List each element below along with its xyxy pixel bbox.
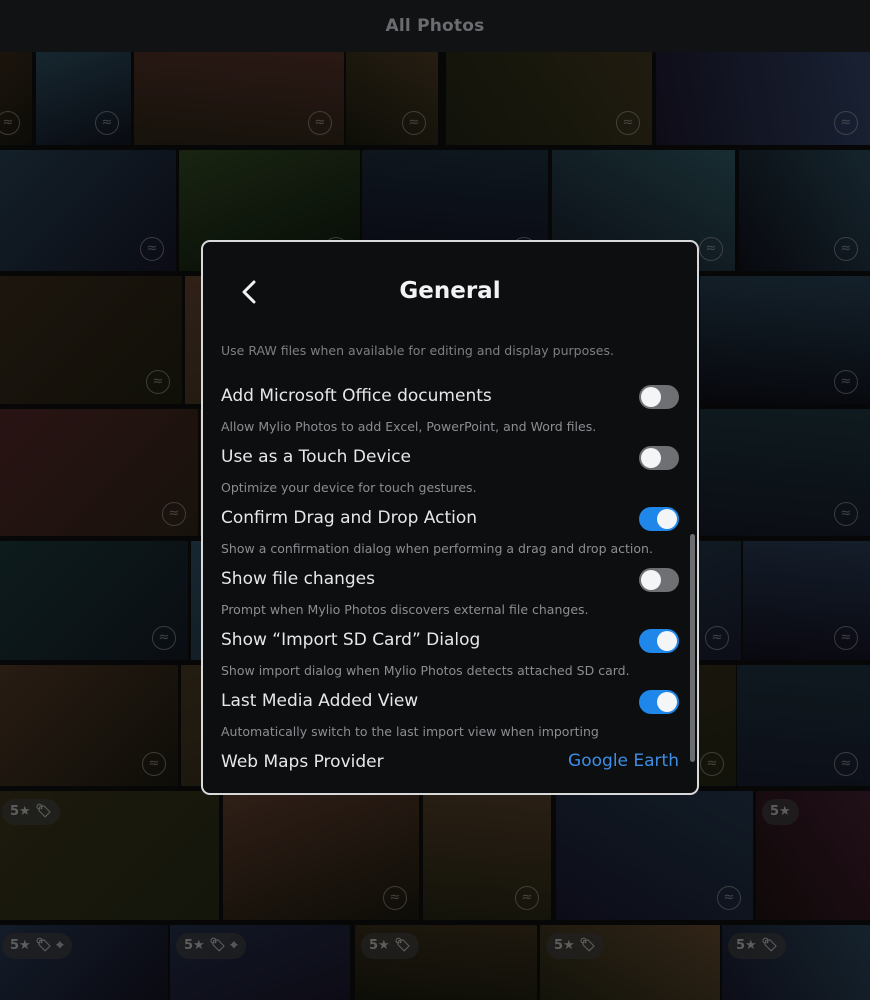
toggle-knob	[657, 509, 677, 529]
file-changes-toggle[interactable]	[639, 568, 679, 592]
import-sd-card-toggle[interactable]	[639, 629, 679, 653]
setting-office-documents: Add Microsoft Office documents Allow Myl…	[203, 358, 697, 434]
maps-provider-value[interactable]: Google Earth	[568, 751, 679, 771]
setting-label: Confirm Drag and Drop Action	[221, 508, 478, 528]
dialog-scrollbar[interactable]	[690, 534, 695, 762]
setting-label: Show “Import SD Card” Dialog	[221, 630, 481, 650]
settings-list[interactable]: Use RAW files when available for editing…	[203, 342, 697, 793]
setting-label: Web Maps Provider	[221, 752, 384, 772]
setting-web-maps-provider[interactable]: Web Maps Provider Google Earth	[203, 724, 697, 785]
toggle-knob	[641, 570, 661, 590]
toggle-knob	[641, 387, 661, 407]
setting-import-sd-card: Show “Import SD Card” Dialog Show import…	[203, 602, 697, 678]
dialog-title: General	[399, 278, 501, 304]
app-window: All Photos ≈≈≈≈≈≈≈≈≈≈≈≈≈≈≈≈≈≈≈≈≈≈≈5★ 🏷≈≈…	[0, 0, 870, 1000]
confirm-drag-drop-toggle[interactable]	[639, 507, 679, 531]
setting-label: Use as a Touch Device	[221, 447, 411, 467]
setting-label: Last Media Added View	[221, 691, 419, 711]
raw-files-description: Use RAW files when available for editing…	[221, 343, 614, 358]
setting-label: Add Microsoft Office documents	[221, 386, 492, 406]
touch-device-toggle[interactable]	[639, 446, 679, 470]
dialog-header: General	[203, 242, 697, 342]
setting-confirm-drag-drop: Confirm Drag and Drop Action Show a conf…	[203, 480, 697, 556]
setting-last-media-view: Last Media Added View Automatically swit…	[203, 663, 697, 739]
setting-file-changes: Show file changes Prompt when Mylio Phot…	[203, 541, 697, 617]
setting-label: Show file changes	[221, 569, 375, 589]
page-title: All Photos	[385, 16, 485, 36]
office-documents-toggle[interactable]	[639, 385, 679, 409]
top-bar: All Photos	[0, 0, 870, 52]
setting-touch-device: Use as a Touch Device Optimize your devi…	[203, 419, 697, 495]
toggle-knob	[657, 692, 677, 712]
general-settings-dialog: General Use RAW files when available for…	[201, 240, 699, 795]
toggle-knob	[657, 631, 677, 651]
toggle-knob	[641, 448, 661, 468]
last-media-view-toggle[interactable]	[639, 690, 679, 714]
